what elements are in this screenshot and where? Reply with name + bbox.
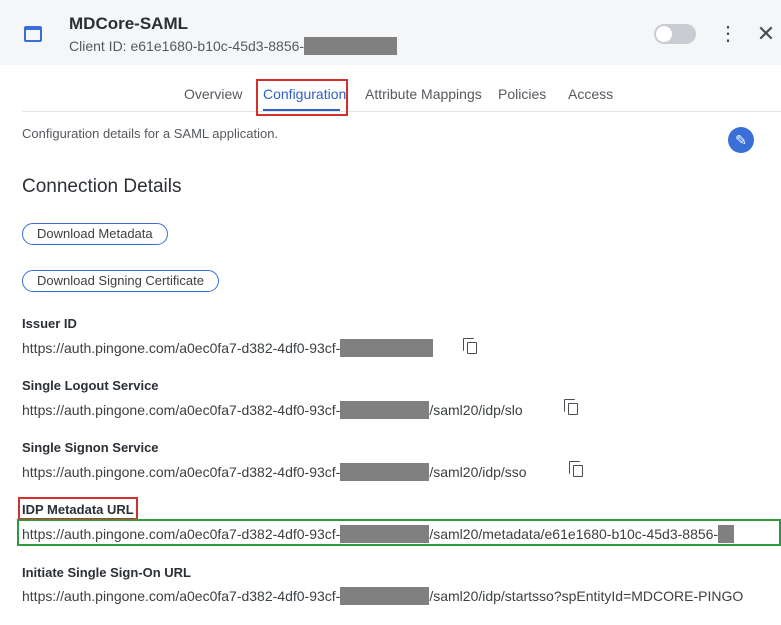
download-metadata-button[interactable]: Download Metadata [22,223,168,245]
single-signon-prefix: https://auth.pingone.com/a0ec0fa7-d382-4… [22,464,341,480]
window-icon [24,26,42,42]
close-icon[interactable]: ✕ [756,22,776,46]
issuer-id-text: https://auth.pingone.com/a0ec0fa7-d382-4… [22,340,341,356]
redacted-block [340,463,430,481]
client-id-text: Client ID: e61e1680-b10c-45d3-8856- [69,38,305,54]
tab-overview[interactable]: Overview [184,86,242,102]
single-logout-prefix: https://auth.pingone.com/a0ec0fa7-d382-4… [22,402,341,418]
page-description: Configuration details for a SAML applica… [22,126,279,141]
idp-metadata-url-value: https://auth.pingone.com/a0ec0fa7-d382-4… [22,525,735,543]
client-id: Client ID: e61e1680-b10c-45d3-8856- [69,37,398,55]
single-signon-service-label: Single Signon Service [22,440,159,455]
idp-metadata-prefix: https://auth.pingone.com/a0ec0fa7-d382-4… [22,526,341,542]
single-signon-service-value: https://auth.pingone.com/a0ec0fa7-d382-4… [22,463,527,481]
highlight-configuration-tab [256,79,348,116]
app-header: MDCore-SAML Client ID: e61e1680-b10c-45d… [0,0,781,65]
download-signing-certificate-button[interactable]: Download Signing Certificate [22,270,219,292]
idp-metadata-suffix: /saml20/metadata/e61e1680-b10c-45d3-8856… [429,526,719,542]
issuer-id-value: https://auth.pingone.com/a0ec0fa7-d382-4… [22,339,434,357]
section-title: Connection Details [22,176,182,197]
single-logout-suffix: /saml20/idp/slo [429,402,523,418]
initiate-sso-url-value: https://auth.pingone.com/a0ec0fa7-d382-4… [22,587,743,605]
copy-icon[interactable] [463,338,477,354]
enable-toggle[interactable] [654,24,696,44]
issuer-id-label: Issuer ID [22,316,77,331]
single-logout-service-label: Single Logout Service [22,378,159,393]
initiate-sso-url-label: Initiate Single Sign-On URL [22,565,191,580]
tab-bar: Overview Configuration Attribute Mapping… [22,76,781,112]
tab-access[interactable]: Access [568,86,613,102]
copy-icon[interactable] [569,461,583,477]
initiate-sso-prefix: https://auth.pingone.com/a0ec0fa7-d382-4… [22,588,341,604]
redacted-block [340,401,430,419]
more-vertical-icon[interactable]: ⋮ [718,22,738,46]
app-title: MDCore-SAML [69,14,188,33]
redacted-block [340,525,430,543]
idp-metadata-url-label: IDP Metadata URL [22,502,134,517]
copy-icon[interactable] [564,399,578,415]
tab-policies[interactable]: Policies [498,86,546,102]
redacted-block [340,339,434,357]
redacted-block [718,525,735,543]
toggle-knob [656,26,672,42]
single-logout-service-value: https://auth.pingone.com/a0ec0fa7-d382-4… [22,401,523,419]
pencil-icon[interactable]: ✎ [728,127,754,153]
redacted-block [340,587,430,605]
initiate-sso-suffix: /saml20/idp/startsso?spEntityId=MDCORE-P… [429,588,744,604]
redacted-block [304,37,398,55]
tab-attribute-mappings[interactable]: Attribute Mappings [365,86,482,102]
single-signon-suffix: /saml20/idp/sso [429,464,527,480]
